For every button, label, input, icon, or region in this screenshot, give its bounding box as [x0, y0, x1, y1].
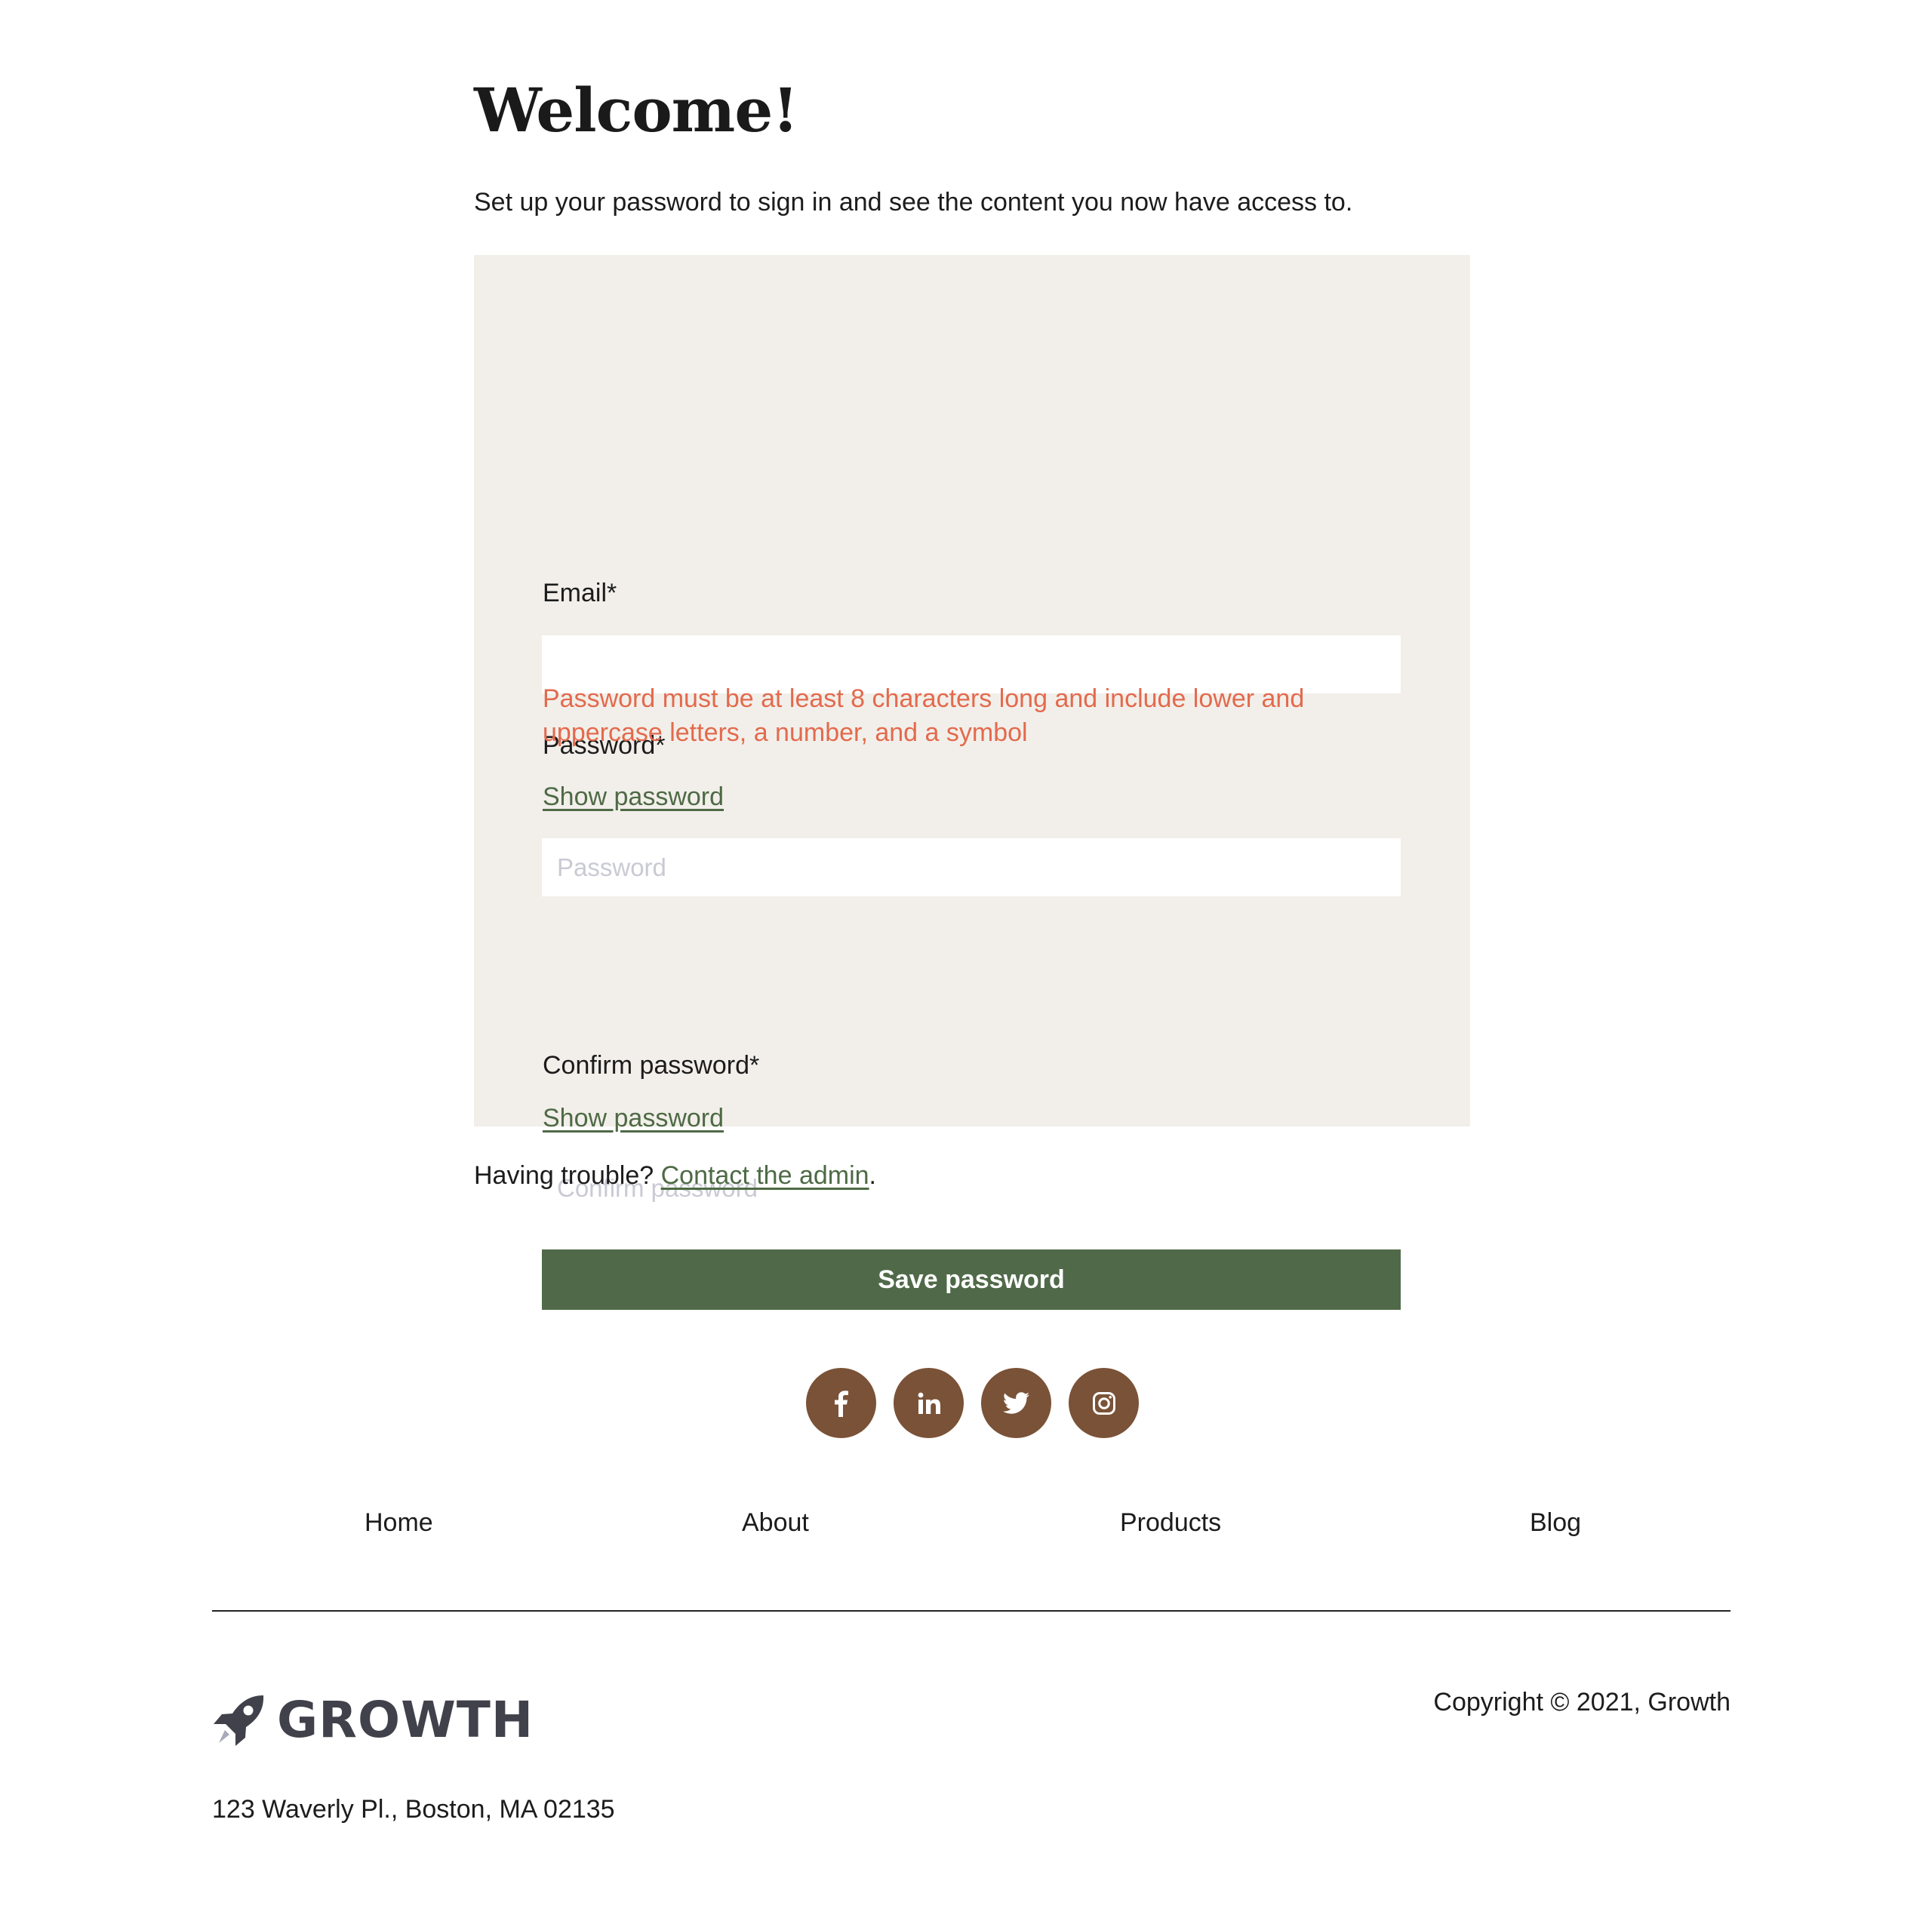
footer-divider — [212, 1610, 1730, 1612]
growth-logo[interactable]: GROWTH — [212, 1690, 534, 1750]
copyright-text: Copyright © 2021, Growth — [1433, 1688, 1730, 1717]
twitter-icon — [1002, 1391, 1029, 1414]
footer-nav-blog[interactable]: Blog — [1530, 1506, 1581, 1539]
address-text: 123 Waverly Pl., Boston, MA 02135 — [212, 1795, 615, 1824]
instagram-icon — [1092, 1391, 1115, 1415]
site-footer: Home About Products Blog GROWTH Copyrigh… — [0, 0, 1932, 1924]
footer-nav-home[interactable]: Home — [365, 1506, 433, 1539]
facebook-link[interactable] — [806, 1368, 876, 1438]
rocket-icon — [214, 1695, 264, 1746]
instagram-link[interactable] — [1069, 1368, 1139, 1438]
facebook-icon — [834, 1390, 848, 1417]
footer-nav-products[interactable]: Products — [1120, 1506, 1221, 1539]
logo-text: GROWTH — [277, 1691, 534, 1749]
linkedin-icon — [918, 1392, 940, 1414]
twitter-link[interactable] — [981, 1368, 1051, 1438]
linkedin-link[interactable] — [894, 1368, 964, 1438]
footer-nav-about[interactable]: About — [742, 1506, 809, 1539]
